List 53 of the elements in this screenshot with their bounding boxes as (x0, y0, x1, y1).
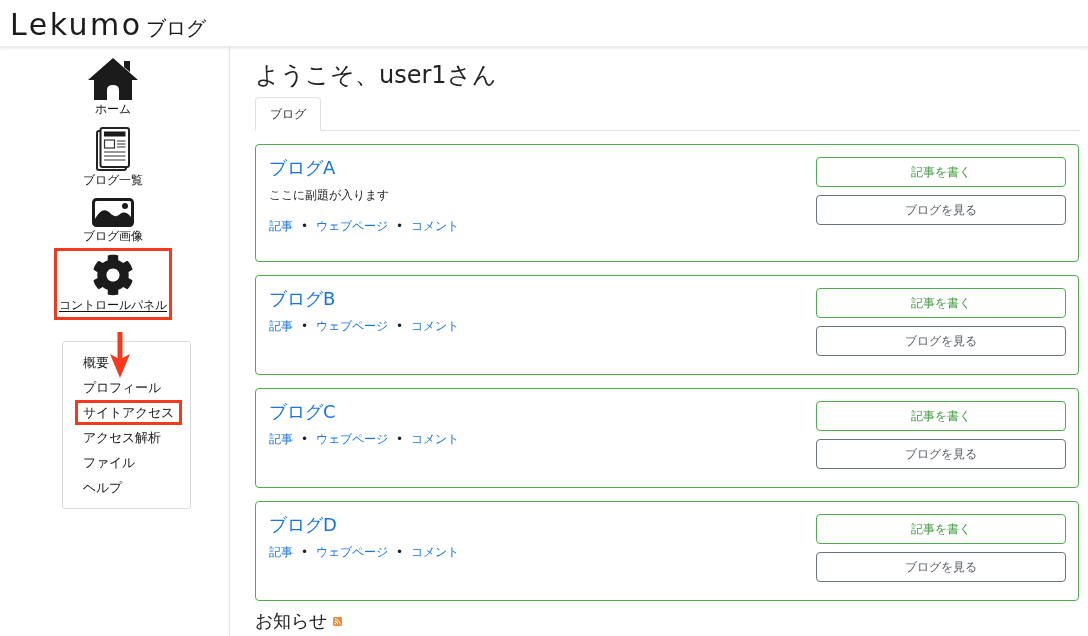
blog-title-link[interactable]: ブログB (269, 288, 336, 309)
meta-link[interactable]: ウェブページ (316, 217, 389, 235)
meta-link[interactable]: ウェブページ (316, 430, 389, 448)
meta-link[interactable]: ウェブページ (316, 317, 389, 335)
nav-link[interactable]: ホーム (88, 58, 138, 116)
logo-subtitle: ブログ (145, 16, 206, 40)
meta-link[interactable]: コメント (411, 543, 460, 561)
rss-icon[interactable] (333, 616, 342, 626)
write-article-button[interactable]: 記事を書く (816, 401, 1066, 431)
submenu-link[interactable]: 概要 (83, 350, 109, 375)
nav-link[interactable]: ブログ一覧 (83, 127, 143, 187)
blog-title-link[interactable]: ブログC (269, 401, 336, 422)
welcome-heading: ようこそ、user1さん (255, 61, 498, 90)
meta-link[interactable]: 記事 (269, 430, 293, 448)
bullet-separator: • (396, 318, 404, 335)
meta-link[interactable]: コメント (411, 317, 460, 335)
bullet-separator: • (301, 431, 309, 448)
nav-link[interactable]: コントロールパネル (59, 254, 167, 312)
tab[interactable]: ブログ (255, 97, 321, 131)
bullet-separator: • (396, 431, 404, 448)
bullet-separator: • (396, 218, 404, 235)
view-blog-button[interactable]: ブログを見る (816, 326, 1066, 356)
meta-link[interactable]: 記事 (269, 543, 293, 561)
view-blog-button[interactable]: ブログを見る (816, 439, 1066, 469)
meta-link[interactable]: コメント (411, 217, 460, 235)
bullet-separator: • (301, 318, 309, 335)
meta-link[interactable]: 記事 (269, 217, 293, 235)
blog-title-link[interactable]: ブログA (269, 157, 336, 178)
submenu-link[interactable]: サイトアクセス (83, 400, 174, 425)
meta-link[interactable]: ウェブページ (316, 543, 389, 561)
newspaper-icon (96, 127, 130, 171)
gear-icon (92, 254, 134, 296)
logo-text: Lekumo (10, 9, 143, 41)
home-icon (88, 58, 138, 100)
submenu-link[interactable]: アクセス解析 (83, 425, 161, 450)
meta-link[interactable]: 記事 (269, 317, 293, 335)
view-blog-button[interactable]: ブログを見る (816, 195, 1066, 225)
bullet-separator: • (396, 544, 404, 561)
bullet-separator: • (301, 218, 309, 235)
view-blog-button[interactable]: ブログを見る (816, 552, 1066, 582)
blog-title-link[interactable]: ブログD (269, 514, 337, 535)
image-icon (92, 198, 134, 227)
news-heading: お知らせ (255, 610, 327, 632)
write-article-button[interactable]: 記事を書く (816, 157, 1066, 187)
write-article-button[interactable]: 記事を書く (816, 288, 1066, 318)
submenu-link[interactable]: ヘルプ (83, 475, 122, 500)
bullet-separator: • (301, 544, 309, 561)
submenu-link[interactable]: ファイル (83, 450, 135, 475)
submenu-link[interactable]: プロフィール (83, 375, 161, 400)
meta-link[interactable]: コメント (411, 430, 460, 448)
nav-link[interactable]: ブログ画像 (83, 198, 143, 243)
write-article-button[interactable]: 記事を書く (816, 514, 1066, 544)
blog-subtitle: ここに副題が入ります (269, 187, 389, 204)
